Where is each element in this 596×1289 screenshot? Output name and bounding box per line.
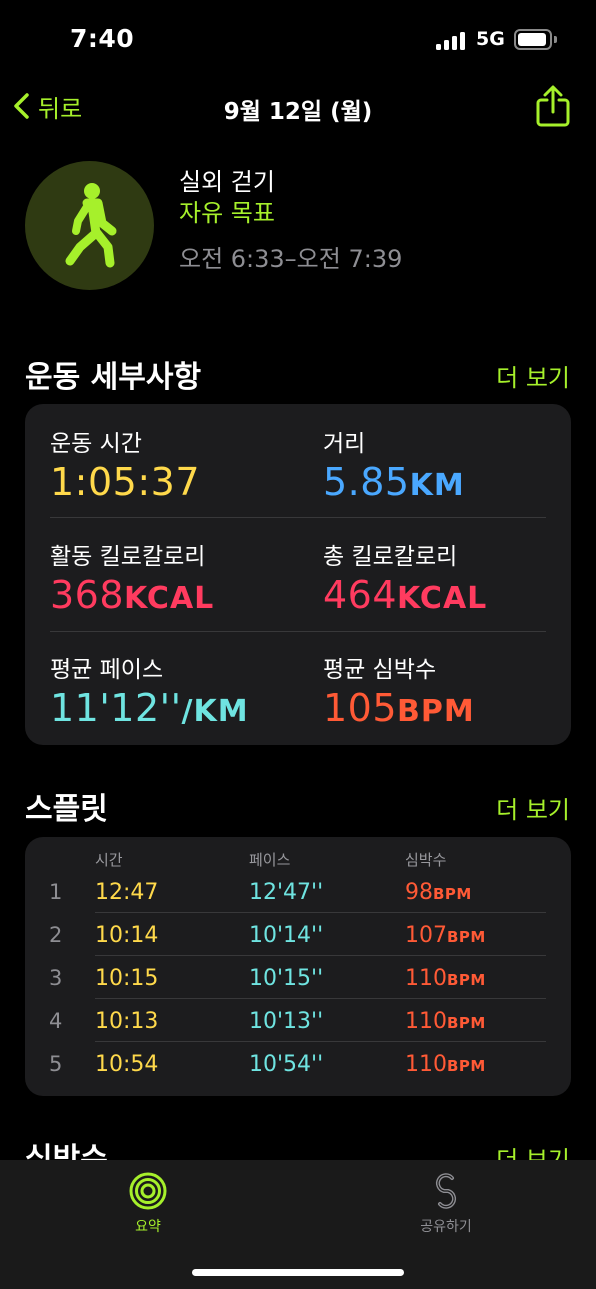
metric-value: 464KCAL (323, 573, 487, 617)
activity-rings-icon (129, 1172, 167, 1210)
metric-unit: BPM (397, 694, 475, 729)
splits-section-title: 스플릿 (25, 792, 108, 827)
divider (50, 517, 546, 518)
metric-average-pace: 평균 페이스 11'12''/KM (50, 650, 249, 730)
split-hr-unit: BPM (447, 1057, 486, 1075)
metric-value: 1:05:37 (50, 460, 200, 504)
split-pace: 10'14'' (249, 923, 324, 948)
split-time: 10:15 (95, 966, 159, 991)
share-icon (536, 85, 570, 127)
split-row: 2 10:14 10'14'' 107BPM (25, 913, 571, 956)
split-hr-value: 110 (405, 1009, 447, 1034)
metric-label: 거리 (323, 431, 366, 457)
metric-unit: KCAL (124, 581, 215, 616)
share-button[interactable] (535, 84, 571, 128)
split-pace: 10'54'' (249, 1052, 324, 1077)
split-hr-unit: BPM (447, 1014, 486, 1032)
tab-summary-label: 요약 (135, 1219, 161, 1235)
split-index: 5 (49, 1052, 63, 1076)
details-card: 운동 시간 1:05:37 거리 5.85KM 활동 킬로칼로리 368KCAL… (25, 404, 571, 745)
split-pace: 10'13'' (249, 1009, 324, 1034)
metric-number: 5.85 (323, 460, 410, 504)
details-section-title: 운동 세부사항 (25, 360, 202, 395)
split-hr-value: 110 (405, 1052, 447, 1077)
split-heart-rate: 110BPM (405, 1052, 486, 1077)
metric-value: 5.85KM (323, 460, 465, 504)
metric-active-calories: 활동 킬로칼로리 368KCAL (50, 537, 214, 617)
splits-more-link[interactable]: 더 보기 (496, 790, 570, 825)
splits-header-pace: 페이스 (249, 851, 291, 869)
splits-card: 시간 페이스 심박수 1 12:47 12'47'' 98BPM 2 10:14… (25, 837, 571, 1096)
split-heart-rate: 110BPM (405, 1009, 486, 1034)
split-row: 1 12:47 12'47'' 98BPM (25, 870, 571, 913)
metric-number: 11'12'' (50, 686, 182, 730)
split-hr-unit: BPM (447, 971, 486, 989)
battery-icon (514, 29, 552, 50)
split-hr-value: 107 (405, 923, 447, 948)
details-more-link[interactable]: 더 보기 (496, 358, 570, 393)
split-time: 10:54 (95, 1052, 159, 1077)
split-time: 10:14 (95, 923, 159, 948)
metric-duration: 운동 시간 1:05:37 (50, 424, 200, 504)
cellular-signal-icon (436, 30, 466, 50)
walking-figure-icon (65, 182, 116, 267)
metric-number: 368 (50, 573, 125, 617)
tab-sharing-label: 공유하기 (420, 1219, 472, 1235)
split-pace: 12'47'' (249, 880, 324, 905)
metric-unit: KCAL (397, 581, 488, 616)
split-heart-rate: 110BPM (405, 966, 486, 991)
metric-value: 368KCAL (50, 573, 214, 617)
metric-label: 운동 시간 (50, 431, 142, 457)
workout-goal: 자유 목표 (179, 199, 275, 227)
tab-sharing[interactable]: 공유하기 (396, 1172, 496, 1236)
splits-header-time: 시간 (95, 851, 123, 869)
metric-unit: /KM (181, 694, 249, 729)
split-time: 12:47 (95, 880, 159, 905)
split-index: 1 (49, 880, 63, 904)
metric-value: 105BPM (323, 686, 475, 730)
metric-average-heart-rate: 평균 심박수 105BPM (323, 650, 475, 730)
splits-header-heart-rate: 심박수 (405, 851, 447, 869)
network-type: 5G (476, 28, 505, 50)
metric-label: 활동 킬로칼로리 (50, 544, 206, 570)
home-indicator[interactable] (192, 1269, 404, 1276)
split-row: 5 10:54 10'54'' 110BPM (25, 1042, 571, 1085)
split-time: 10:13 (95, 1009, 159, 1034)
split-row: 4 10:13 10'13'' 110BPM (25, 999, 571, 1042)
metric-label: 평균 페이스 (50, 657, 164, 683)
split-row: 3 10:15 10'15'' 110BPM (25, 956, 571, 999)
metric-value: 11'12''/KM (50, 686, 249, 730)
metric-number: 464 (323, 573, 398, 617)
metric-unit: KM (409, 468, 465, 503)
metric-number: 105 (323, 686, 398, 730)
workout-type-badge (25, 161, 154, 290)
split-index: 4 (49, 1009, 63, 1033)
workout-time-range: 오전 6:33–오전 7:39 (179, 245, 403, 273)
split-index: 3 (49, 966, 63, 990)
nav-bar: 뒤로 9월 12일 (월) (0, 80, 596, 132)
sharing-icon (436, 1173, 456, 1209)
split-heart-rate: 98BPM (405, 880, 472, 905)
split-hr-unit: BPM (447, 928, 486, 946)
split-hr-unit: BPM (433, 885, 472, 903)
metric-label: 총 킬로칼로리 (323, 544, 458, 570)
split-pace: 10'15'' (249, 966, 324, 991)
page-title: 9월 12일 (월) (223, 99, 373, 125)
split-hr-value: 110 (405, 966, 447, 991)
split-index: 2 (49, 923, 63, 947)
status-bar: 7:40 5G (0, 0, 596, 80)
workout-name: 실외 걷기 (179, 168, 275, 196)
battery-cap (554, 36, 557, 43)
split-hr-value: 98 (405, 880, 433, 905)
status-time: 7:40 (70, 24, 135, 53)
divider (50, 631, 546, 632)
metric-label: 평균 심박수 (323, 657, 437, 683)
split-heart-rate: 107BPM (405, 923, 486, 948)
metric-number: 1:05:37 (50, 460, 200, 504)
tab-summary[interactable]: 요약 (98, 1172, 198, 1236)
metric-total-calories: 총 킬로칼로리 464KCAL (323, 537, 487, 617)
metric-distance: 거리 5.85KM (323, 424, 465, 504)
